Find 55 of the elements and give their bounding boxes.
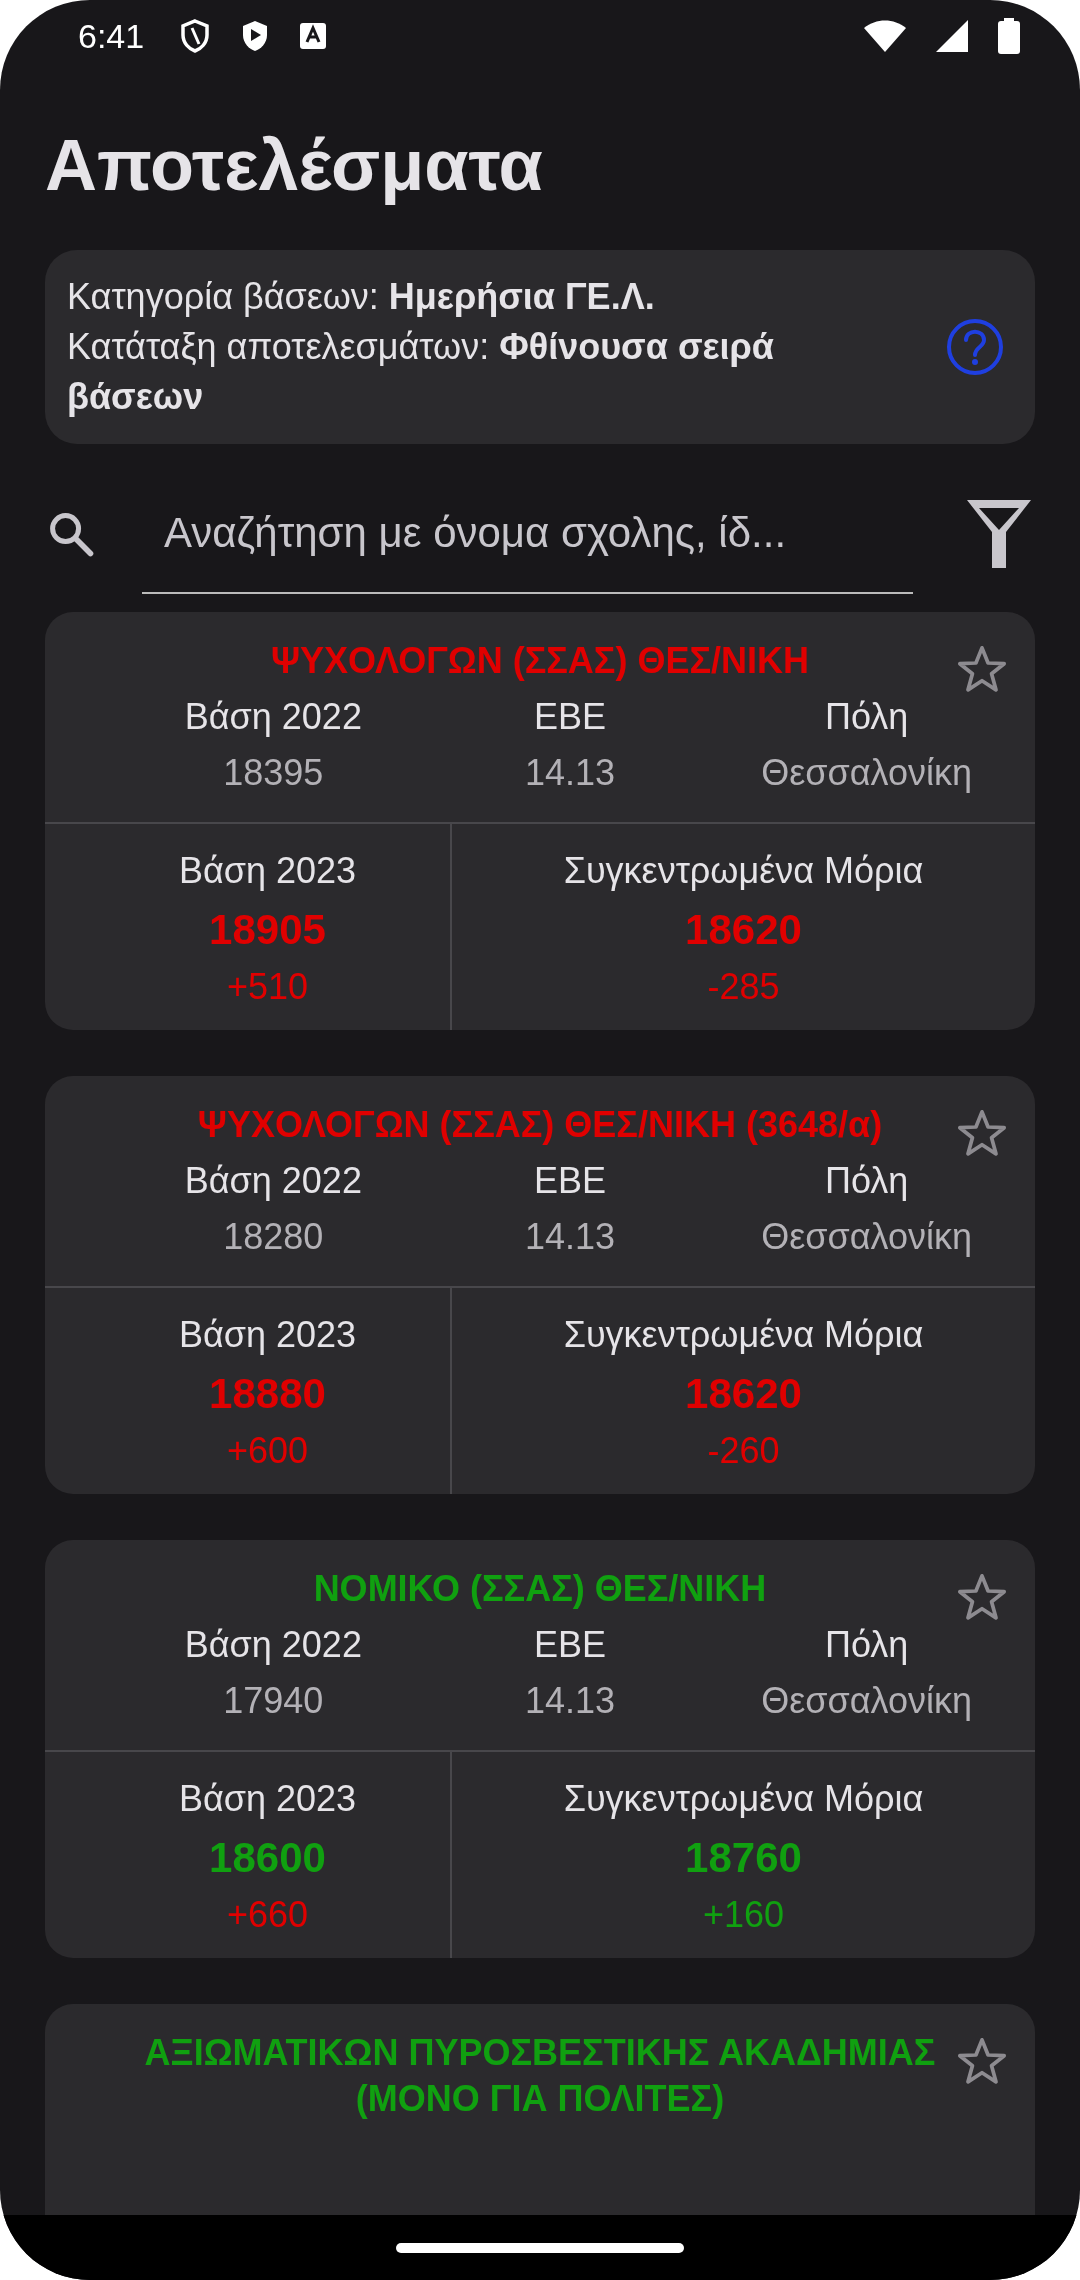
school-title: ΨΥΧΟΛΟΓΩΝ (ΣΣΑΣ) ΘΕΣ/ΝΙΚΗ (3648/α) — [196, 1103, 884, 1147]
result-change: +660 — [226, 1893, 309, 1937]
stat-value: Θεσσαλονίκη — [761, 751, 973, 795]
result-change: +600 — [226, 1429, 309, 1473]
result-change: -260 — [707, 1429, 780, 1473]
result-label: Βάση 2023 — [178, 1777, 357, 1821]
clock: 6:41 — [78, 16, 145, 56]
result-change: -285 — [707, 965, 780, 1009]
result-label: Βάση 2023 — [178, 1313, 357, 1357]
stat-label: Βάση 2022 — [184, 1159, 362, 1203]
stat-label: Πόλη — [824, 1623, 909, 1667]
result-change: +510 — [226, 965, 309, 1009]
result-label: Συγκεντρωμένα Μόρια — [563, 849, 924, 893]
result-value: 18620 — [685, 1369, 802, 1419]
result-label: Συγκεντρωμένα Μόρια — [563, 1313, 924, 1357]
stat-label: Βάση 2022 — [184, 1623, 362, 1667]
stat-label: Πόλη — [824, 695, 909, 739]
signal-icon — [936, 20, 968, 52]
result-label: Βάση 2023 — [178, 849, 357, 893]
stat-value: Θεσσαλονίκη — [761, 1679, 973, 1723]
result-value: 18905 — [209, 905, 326, 955]
result-value: 18600 — [209, 1833, 326, 1883]
result-label: Συγκεντρωμένα Μόρια — [563, 1777, 924, 1821]
school-title: ΑΞΙΩΜΑΤΙΚΩΝ ΠΥΡΟΣΒΕΣΤΙΚΗΣ ΑΚΑΔΗΜΙΑΣ (ΜΟΝΟ ΓΙΑ ΠΟΛΙΤΕΣ) — [143, 2031, 937, 2121]
stat-label: ΕΒΕ — [533, 1623, 606, 1667]
home-indicator[interactable] — [396, 2242, 684, 2253]
result-card[interactable]: ΨΥΧΟΛΟΓΩΝ (ΣΣΑΣ) ΘΕΣ/ΝΙΚΗ (3648/α) Βάση 2022 18280 ΕΒΕ 14.13 Πόλη Θεσσαλονίκη Βάση 2023 18880 +600 Συγκεντρωμένα Μόρια 18620 -260 — [45, 1076, 1035, 1494]
stat-value: 18395 — [223, 751, 324, 795]
result-value: 18760 — [685, 1833, 802, 1883]
result-value: 18620 — [685, 905, 802, 955]
stat-label: ΕΒΕ — [533, 695, 606, 739]
shield-icon — [180, 19, 211, 53]
stat-value: Θεσσαλονίκη — [761, 1215, 973, 1259]
stat-value: 17940 — [223, 1679, 324, 1723]
stat-value: 14.13 — [524, 1679, 616, 1723]
stat-label: Πόλη — [824, 1159, 909, 1203]
result-card[interactable]: ΝΟΜΙΚΟ (ΣΣΑΣ) ΘΕΣ/ΝΙΚΗ Βάση 2022 17940 ΕΒΕ 14.13 Πόλη Θεσσαλονίκη Βάση 2023 18600 +660 Συγκεντρωμένα Μόρια 18760 +160 — [45, 1540, 1035, 1958]
school-title: ΨΥΧΟΛΟΓΩΝ (ΣΣΑΣ) ΘΕΣ/ΝΙΚΗ — [269, 639, 811, 683]
info-text: Κατηγορία βάσεων: Ημερήσια ΓΕ.Λ. — [67, 275, 656, 319]
font-icon — [300, 23, 327, 49]
result-card[interactable]: ΑΞΙΩΜΑΤΙΚΩΝ ΠΥΡΟΣΒΕΣΤΙΚΗΣ ΑΚΑΔΗΜΙΑΣ (ΜΟΝΟ ΓΙΑ ΠΟΛΙΤΕΣ) — [45, 2004, 1035, 2215]
stat-label: Βάση 2022 — [184, 695, 362, 739]
stat-value: 14.13 — [524, 1215, 616, 1259]
stat-value: 18280 — [223, 1215, 324, 1259]
stat-value: 14.13 — [524, 751, 616, 795]
result-card[interactable]: ΨΥΧΟΛΟΓΩΝ (ΣΣΑΣ) ΘΕΣ/ΝΙΚΗ Βάση 2022 18395 ΕΒΕ 14.13 Πόλη Θεσσαλονίκη Βάση 2023 18905 +510 Συγκεντρωμένα Μόρια 18620 -285 — [45, 612, 1035, 1030]
wifi-icon — [864, 20, 906, 52]
result-change: +160 — [702, 1893, 785, 1937]
school-title: ΝΟΜΙΚΟ (ΣΣΑΣ) ΘΕΣ/ΝΙΚΗ — [312, 1567, 768, 1611]
page-title: Αποτελέσματα — [45, 124, 544, 206]
search-field[interactable]: Αναζήτηση με όνομα σχολης, ίδ... — [142, 474, 913, 594]
info-text: Κατάταξη αποτελεσμάτων: Φθίνουσα σειρά βάσεων — [67, 325, 775, 419]
battery-icon — [998, 18, 1020, 54]
stat-label: ΕΒΕ — [533, 1159, 606, 1203]
result-value: 18880 — [209, 1369, 326, 1419]
